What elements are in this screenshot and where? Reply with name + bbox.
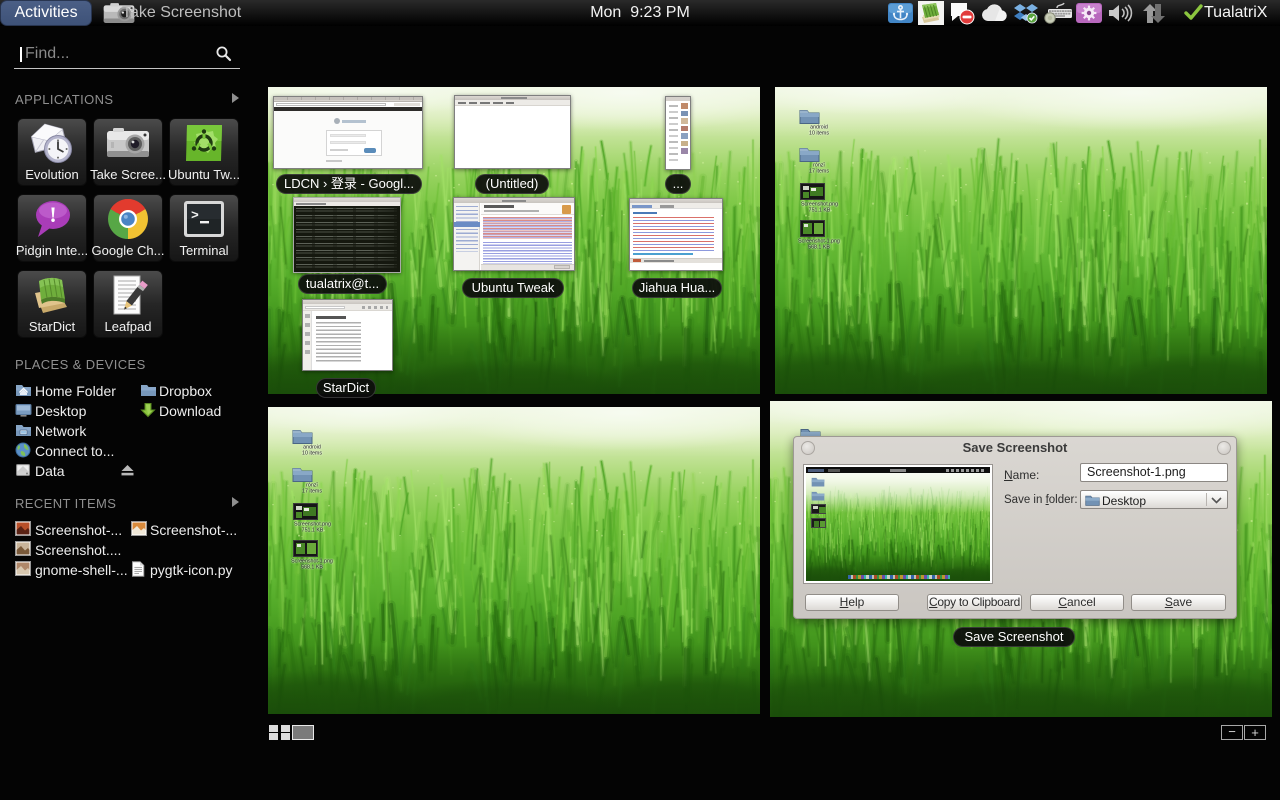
svg-text:!: ! (49, 202, 56, 227)
svg-text:>: > (191, 208, 199, 223)
